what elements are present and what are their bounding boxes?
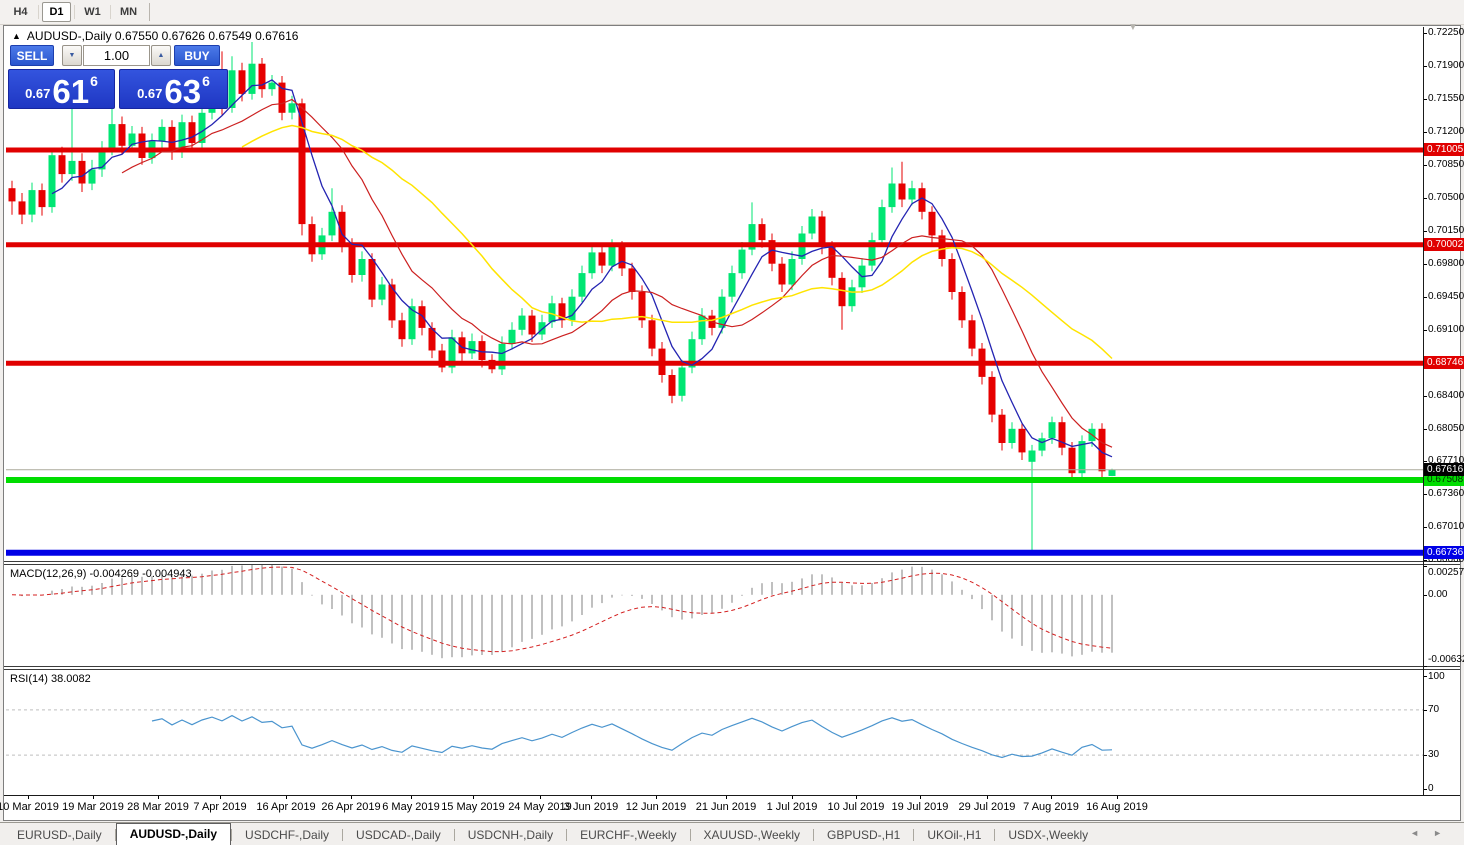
date-tick-mark — [1051, 796, 1052, 799]
chart-shift-marker-icon[interactable]: ▼ — [1128, 23, 1138, 33]
sell-price-prefix: 0.67 — [25, 86, 50, 101]
buy-button[interactable]: BUY — [174, 45, 220, 66]
macd-pane-canvas[interactable] — [6, 565, 1423, 666]
chart-tab-bar: EURUSD-,DailyAUDUSD-,DailyUSDCHF-,DailyU… — [0, 822, 1464, 845]
tab-scroll-right-icon[interactable]: ► — [1433, 828, 1456, 838]
tab-usdx-weekly[interactable]: USDX-,Weekly — [995, 825, 1101, 845]
toolbar-separator — [110, 5, 111, 19]
date-tick-mark — [591, 796, 592, 799]
date-tick-mark — [792, 796, 793, 799]
timeframe-button-mn[interactable]: MN — [114, 2, 143, 22]
date-tick-mark — [1117, 796, 1118, 799]
rsi-pane-canvas[interactable] — [6, 670, 1423, 795]
date-axis: 10 Mar 201919 Mar 201928 Mar 20197 Apr 2… — [0, 796, 1464, 821]
candles — [9, 42, 1116, 552]
date-tick-mark — [987, 796, 988, 799]
sell-price-big: 61 — [52, 78, 89, 105]
timeframe-button-d1[interactable]: D1 — [42, 2, 71, 22]
tab-usdcnh-daily[interactable]: USDCNH-,Daily — [455, 825, 566, 845]
date-axis-label: 12 Jun 2019 — [618, 801, 694, 813]
date-axis-label: 16 Aug 2019 — [1079, 801, 1155, 813]
date-tick-mark — [351, 796, 352, 799]
date-axis-label: 15 May 2019 — [435, 801, 511, 813]
mt4-terminal-window: { "toolbar": { "timeframes": [ {"label":… — [0, 0, 1464, 845]
date-tick-mark — [93, 796, 94, 799]
tab-eurchf-weekly[interactable]: EURCHF-,Weekly — [567, 825, 689, 845]
tab-usdchf-daily[interactable]: USDCHF-,Daily — [232, 825, 342, 845]
timeframe-button-h4[interactable]: H4 — [6, 2, 35, 22]
buy-price-display[interactable]: 0.67636 — [119, 69, 228, 109]
rsi-line — [152, 716, 1112, 758]
chart-title-text: AUDUSD-,Daily 0.67550 0.67626 0.67549 0.… — [27, 29, 299, 43]
tab-audusd-daily[interactable]: AUDUSD-,Daily — [116, 823, 231, 845]
tab-gbpusd-h1[interactable]: GBPUSD-,H1 — [814, 825, 913, 845]
date-axis-label: 7 Aug 2019 — [1013, 801, 1089, 813]
toolbar-separator — [38, 5, 39, 19]
collapse-panel-arrow-icon[interactable]: ▲ — [12, 31, 21, 41]
volume-input[interactable] — [83, 45, 150, 66]
date-axis-label: 21 Jun 2019 — [688, 801, 764, 813]
tab-xauusd-weekly[interactable]: XAUUSD-,Weekly — [691, 825, 813, 845]
date-axis-label: 7 Apr 2019 — [182, 801, 258, 813]
buy-price-big: 63 — [164, 78, 201, 105]
date-tick-mark — [28, 796, 29, 799]
toolbar-separator — [74, 5, 75, 19]
moving-average-24 — [242, 126, 1112, 359]
one-click-trading-panel: SELL ▼ ▲ BUY 0.67616 0.67636 — [8, 44, 228, 109]
tab-scroll-left-icon[interactable]: ◄ — [1410, 828, 1433, 838]
tab-scroll-arrows: ◄► — [1410, 828, 1456, 838]
date-tick-mark — [220, 796, 221, 799]
date-tick-mark — [726, 796, 727, 799]
date-tick-mark — [656, 796, 657, 799]
tab-ukoil-h1[interactable]: UKOil-,H1 — [914, 825, 994, 845]
date-tick-mark — [856, 796, 857, 799]
volume-increase-button[interactable]: ▲ — [151, 45, 171, 66]
volume-decrease-button[interactable]: ▼ — [62, 45, 82, 66]
sell-button[interactable]: SELL — [10, 45, 54, 66]
chart-title: ▲ AUDUSD-,Daily 0.67550 0.67626 0.67549 0… — [12, 29, 298, 43]
date-tick-mark — [158, 796, 159, 799]
tab-eurusd-daily[interactable]: EURUSD-,Daily — [4, 825, 115, 845]
buy-price-prefix: 0.67 — [137, 86, 162, 101]
date-tick-mark — [540, 796, 541, 799]
macd-indicator-label: MACD(12,26,9) -0.004269 -0.004943 — [10, 568, 192, 580]
date-axis-label: 19 Jul 2019 — [882, 801, 958, 813]
sell-price-pip: 6 — [90, 73, 98, 89]
toolbar-separator — [149, 3, 150, 21]
sell-price-display[interactable]: 0.67616 — [8, 69, 115, 109]
date-tick-mark — [286, 796, 287, 799]
tab-usdcad-daily[interactable]: USDCAD-,Daily — [343, 825, 454, 845]
timeframe-toolbar: H4 D1 W1 MN — [0, 0, 1464, 25]
rsi-indicator-label: RSI(14) 38.0082 — [10, 673, 91, 685]
buy-price-pip: 6 — [202, 73, 210, 89]
timeframe-button-w1[interactable]: W1 — [78, 2, 107, 22]
date-tick-mark — [920, 796, 921, 799]
date-tick-mark — [473, 796, 474, 799]
date-tick-mark — [411, 796, 412, 799]
price-axis-border — [1423, 27, 1424, 795]
